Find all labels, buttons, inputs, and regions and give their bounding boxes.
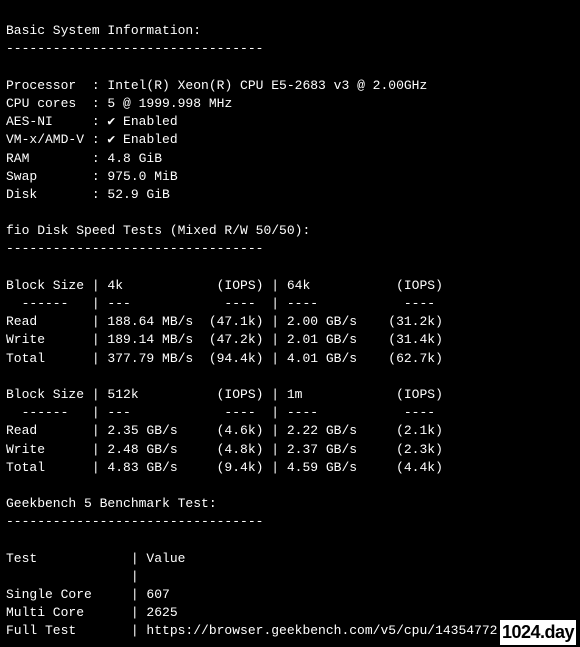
geekbench-full-test: Full Test | https://browser.geekbench.co…: [6, 623, 497, 638]
fio-table2-row-total: Total | 4.83 GB/s (9.4k) | 4.59 GB/s (4.…: [6, 460, 443, 475]
fio-title: fio Disk Speed Tests (Mixed R/W 50/50):: [6, 223, 310, 238]
basic-info-title: Basic System Information:: [6, 23, 201, 38]
watermark: 1024.day: [500, 620, 576, 645]
separator: ---------------------------------: [6, 41, 263, 56]
row-vmx-amdv: VM-x/AMD-V : ✔ Enabled: [6, 132, 178, 147]
row-processor: Processor : Intel(R) Xeon(R) CPU E5-2683…: [6, 78, 427, 93]
geekbench-multi-core: Multi Core | 2625: [6, 605, 178, 620]
geekbench-blank: |: [6, 569, 146, 584]
row-ram: RAM : 4.8 GiB: [6, 151, 162, 166]
row-cpu-cores: CPU cores : 5 @ 1999.998 MHz: [6, 96, 232, 111]
fio-table2-row-write: Write | 2.48 GB/s (4.8k) | 2.37 GB/s (2.…: [6, 442, 443, 457]
fio-table1-header: Block Size | 4k (IOPS) | 64k (IOPS): [6, 278, 443, 293]
geekbench-header: Test | Value: [6, 551, 185, 566]
separator: ---------------------------------: [6, 241, 263, 256]
fio-table1-row-total: Total | 377.79 MB/s (94.4k) | 4.01 GB/s …: [6, 351, 443, 366]
geekbench-single-core: Single Core | 607: [6, 587, 170, 602]
fio-table1-row-write: Write | 189.14 MB/s (47.2k) | 2.01 GB/s …: [6, 332, 443, 347]
fio-table1-row-read: Read | 188.64 MB/s (47.1k) | 2.00 GB/s (…: [6, 314, 443, 329]
fio-table1-div: ------ | --- ---- | ---- ----: [6, 296, 443, 311]
fio-table2-header: Block Size | 512k (IOPS) | 1m (IOPS): [6, 387, 443, 402]
row-disk: Disk : 52.9 GiB: [6, 187, 170, 202]
terminal-output: Basic System Information: --------------…: [0, 0, 580, 645]
fio-table2-row-read: Read | 2.35 GB/s (4.6k) | 2.22 GB/s (2.1…: [6, 423, 443, 438]
row-swap: Swap : 975.0 MiB: [6, 169, 178, 184]
fio-table2-div: ------ | --- ---- | ---- ----: [6, 405, 443, 420]
separator: ---------------------------------: [6, 514, 263, 529]
geekbench-title: Geekbench 5 Benchmark Test:: [6, 496, 217, 511]
row-aes-ni: AES-NI : ✔ Enabled: [6, 114, 178, 129]
